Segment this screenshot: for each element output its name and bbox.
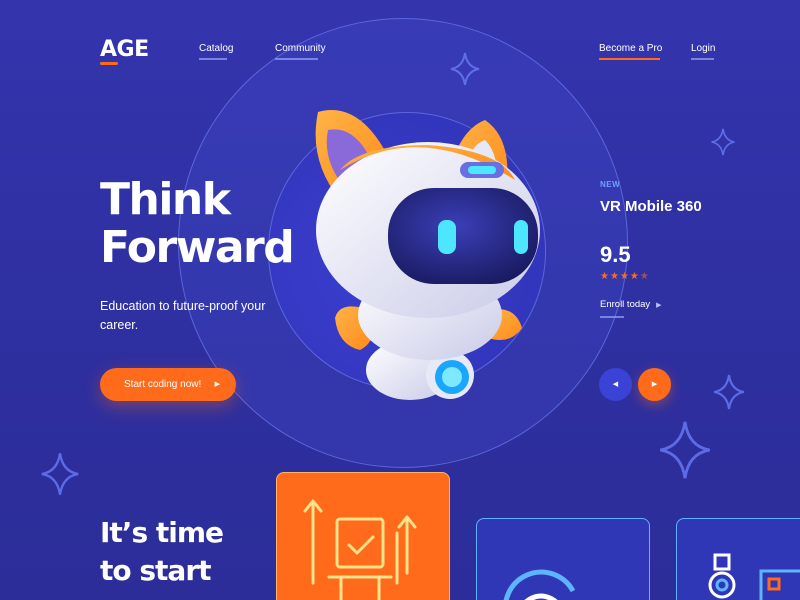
chevron-right-icon: ▶ bbox=[656, 302, 662, 309]
chevron-right-icon: ▶ bbox=[651, 381, 658, 388]
become-pro-underline bbox=[599, 58, 660, 60]
section-title-line2: to start bbox=[100, 554, 212, 587]
product-title[interactable]: VR Mobile 360 bbox=[600, 198, 710, 216]
start-coding-button[interactable]: Start coding now! ▶ bbox=[100, 368, 236, 401]
gauge-icon bbox=[503, 569, 576, 600]
next-slide-button[interactable]: ▶ bbox=[638, 368, 671, 401]
sparkle-icon bbox=[450, 52, 480, 86]
sparkle-icon bbox=[41, 453, 79, 495]
logo[interactable]: AGE bbox=[100, 37, 149, 62]
hero-title: Think Forward bbox=[100, 174, 295, 273]
course-card-blue-2[interactable] bbox=[676, 518, 800, 600]
nav-community[interactable]: Community bbox=[275, 43, 326, 54]
chair-arrows-icon bbox=[303, 499, 417, 600]
become-pro-link[interactable]: Become a Pro bbox=[599, 43, 662, 54]
chevron-left-icon: ◀ bbox=[612, 381, 619, 388]
product-score: 9.5 bbox=[600, 242, 631, 267]
logo-accent bbox=[100, 62, 118, 65]
star-icon: ★ bbox=[629, 271, 640, 282]
robot-cat-mascot bbox=[315, 110, 540, 400]
rating-stars: ★★★★★ bbox=[600, 271, 650, 282]
sparkle-icon bbox=[711, 128, 735, 156]
nav-underline bbox=[199, 58, 227, 60]
prev-slide-button[interactable]: ◀ bbox=[599, 368, 632, 401]
play-arrow-icon: ▶ bbox=[214, 381, 220, 388]
enroll-link[interactable]: Enroll today ▶ bbox=[600, 299, 662, 310]
new-badge: NEW bbox=[600, 180, 621, 189]
hero-title-line1: Think bbox=[100, 174, 231, 225]
hero-title-line2: Forward bbox=[100, 222, 295, 273]
nav-underline bbox=[275, 58, 318, 60]
login-link[interactable]: Login bbox=[691, 43, 715, 54]
enroll-underline bbox=[600, 316, 624, 318]
star-icon: ★ bbox=[609, 271, 620, 282]
section-title-line1: It’s time bbox=[100, 516, 224, 549]
star-icon: ★ bbox=[619, 271, 630, 282]
connector-icon bbox=[708, 553, 800, 600]
section-title: It’s time to start bbox=[100, 514, 224, 590]
nav-catalog[interactable]: Catalog bbox=[199, 43, 233, 54]
course-card-orange[interactable] bbox=[276, 472, 450, 600]
start-coding-label: Start coding now! bbox=[124, 379, 202, 390]
enroll-label: Enroll today bbox=[600, 299, 651, 310]
nav-underline bbox=[691, 58, 714, 60]
hero-subtitle: Education to future-proof your career. bbox=[100, 299, 266, 332]
sparkle-icon bbox=[713, 374, 745, 410]
course-card-blue[interactable] bbox=[476, 518, 650, 600]
star-icon: ★ bbox=[600, 271, 610, 282]
star-half-icon: ★ bbox=[639, 271, 650, 282]
sparkle-icon bbox=[660, 421, 710, 479]
